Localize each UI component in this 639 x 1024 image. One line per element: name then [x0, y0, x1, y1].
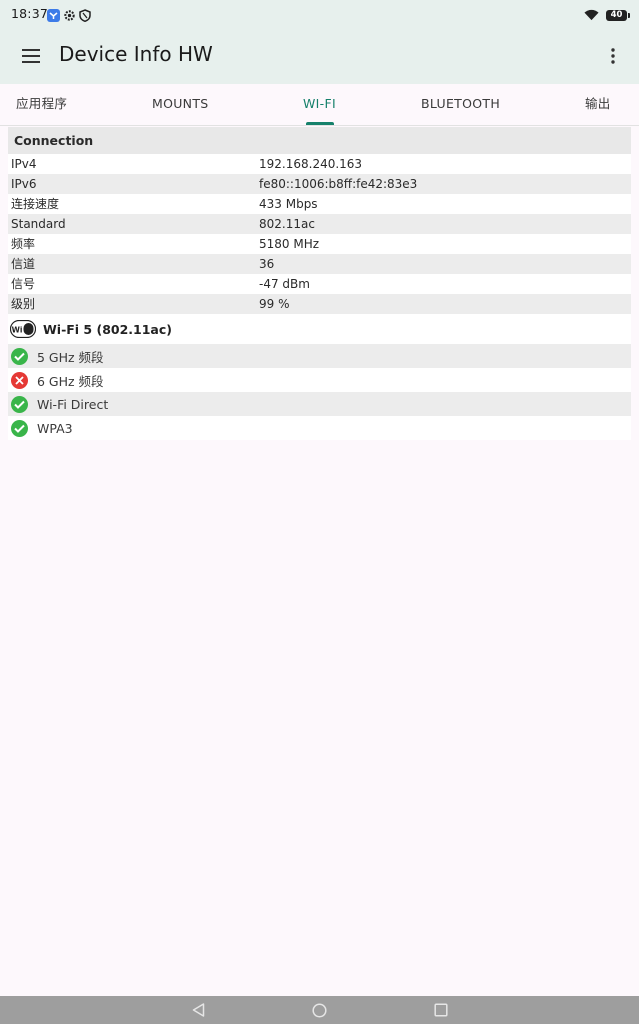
feature-row-wpa3: WPA3 — [8, 416, 631, 440]
info-row-link-speed: 连接速度 433 Mbps — [8, 194, 631, 214]
info-key: 信道 — [11, 257, 36, 271]
feature-label: WPA3 — [37, 420, 73, 436]
hamburger-menu-icon — [22, 49, 40, 63]
info-value: fe80::1006:b8ff:fe42:83e3 — [259, 177, 418, 191]
connection-section-header: Connection — [8, 127, 631, 154]
status-time: 18:37 — [11, 6, 49, 21]
feature-label: 6 GHz 频段 — [37, 373, 104, 389]
settings-gear-icon — [63, 7, 76, 26]
wifi-content: Connection IPv4 192.168.240.163 IPv6 fe8… — [8, 127, 631, 440]
info-value: 192.168.240.163 — [259, 157, 363, 171]
status-left-icons — [47, 7, 91, 26]
info-key: 信号 — [11, 277, 36, 291]
app-title: Device Info HW — [59, 42, 213, 66]
feature-row-5ghz: 5 GHz 频段 — [8, 344, 631, 368]
tab-apps[interactable]: 应用程序 — [16, 84, 67, 125]
tab-mounts[interactable]: MOUNTS — [152, 84, 209, 125]
more-options-button[interactable] — [603, 42, 623, 70]
tab-output[interactable]: 输出 — [585, 84, 611, 125]
tab-wifi[interactable]: WI-FI — [303, 84, 336, 125]
feature-label: 5 GHz 频段 — [37, 349, 104, 365]
info-row-channel: 信道 36 — [8, 254, 631, 274]
tab-bar: 应用程序 MOUNTS WI-FI BLUETOOTH 输出 — [0, 84, 639, 126]
home-circle-icon — [311, 1002, 327, 1018]
info-row-signal: 信号 -47 dBm — [8, 274, 631, 294]
info-key: 连接速度 — [11, 197, 60, 211]
info-key: IPv4 — [11, 157, 37, 171]
status-bar: 18:37 40 — [0, 0, 639, 28]
nav-home-button[interactable] — [311, 1002, 327, 1018]
info-key: Standard — [11, 217, 66, 231]
info-key: IPv6 — [11, 177, 37, 191]
back-triangle-icon — [192, 1003, 204, 1017]
status-right-icons: 40 — [584, 6, 630, 25]
info-row-ipv6: IPv6 fe80::1006:b8ff:fe42:83e3 — [8, 174, 631, 194]
connection-table: IPv4 192.168.240.163 IPv6 fe80::1006:b8f… — [8, 154, 631, 314]
info-key: 频率 — [11, 237, 36, 251]
menu-button[interactable] — [16, 42, 46, 70]
info-value: 99 % — [259, 297, 290, 311]
wifi-signal-icon — [584, 6, 599, 25]
battery-icon: 40 — [606, 10, 630, 21]
shield-icon — [79, 7, 91, 26]
screen: 18:37 40 Device Info HW 应用程序 MOUNTS WI-F… — [0, 0, 639, 1024]
info-value: 5180 MHz — [259, 237, 320, 251]
info-row-ipv4: IPv4 192.168.240.163 — [8, 154, 631, 174]
check-circle-icon — [11, 395, 28, 413]
system-nav-bar — [0, 996, 639, 1024]
info-value: 802.11ac — [259, 217, 315, 231]
wifi-logo-icon: Wi — [10, 320, 36, 338]
feature-label: Wi-Fi Direct — [37, 396, 109, 412]
feature-row-6ghz: 6 GHz 频段 — [8, 368, 631, 392]
app-bar: Device Info HW — [0, 28, 639, 84]
info-value: 433 Mbps — [259, 197, 318, 211]
info-value: 36 — [259, 257, 275, 271]
info-key: 级别 — [11, 297, 36, 311]
info-value: -47 dBm — [259, 277, 310, 291]
wifi-standard-label: Wi-Fi 5 (802.11ac) — [43, 321, 172, 337]
app-notification-icon — [47, 7, 60, 26]
info-row-level: 级别 99 % — [8, 294, 631, 314]
nav-back-button[interactable] — [190, 1002, 206, 1018]
feature-row-wifi-direct: Wi-Fi Direct — [8, 392, 631, 416]
more-vert-icon — [611, 48, 615, 64]
svg-text:Wi: Wi — [12, 326, 23, 335]
active-tab-indicator — [306, 122, 334, 125]
info-row-frequency: 频率 5180 MHz — [8, 234, 631, 254]
check-circle-icon — [11, 419, 28, 437]
wifi-standard-row: Wi Wi-Fi 5 (802.11ac) — [8, 314, 631, 344]
error-circle-icon — [11, 371, 28, 389]
nav-recents-button[interactable] — [433, 1002, 449, 1018]
recents-square-icon — [434, 1003, 448, 1017]
check-circle-icon — [11, 347, 28, 365]
info-row-standard: Standard 802.11ac — [8, 214, 631, 234]
tab-bluetooth[interactable]: BLUETOOTH — [421, 84, 500, 125]
